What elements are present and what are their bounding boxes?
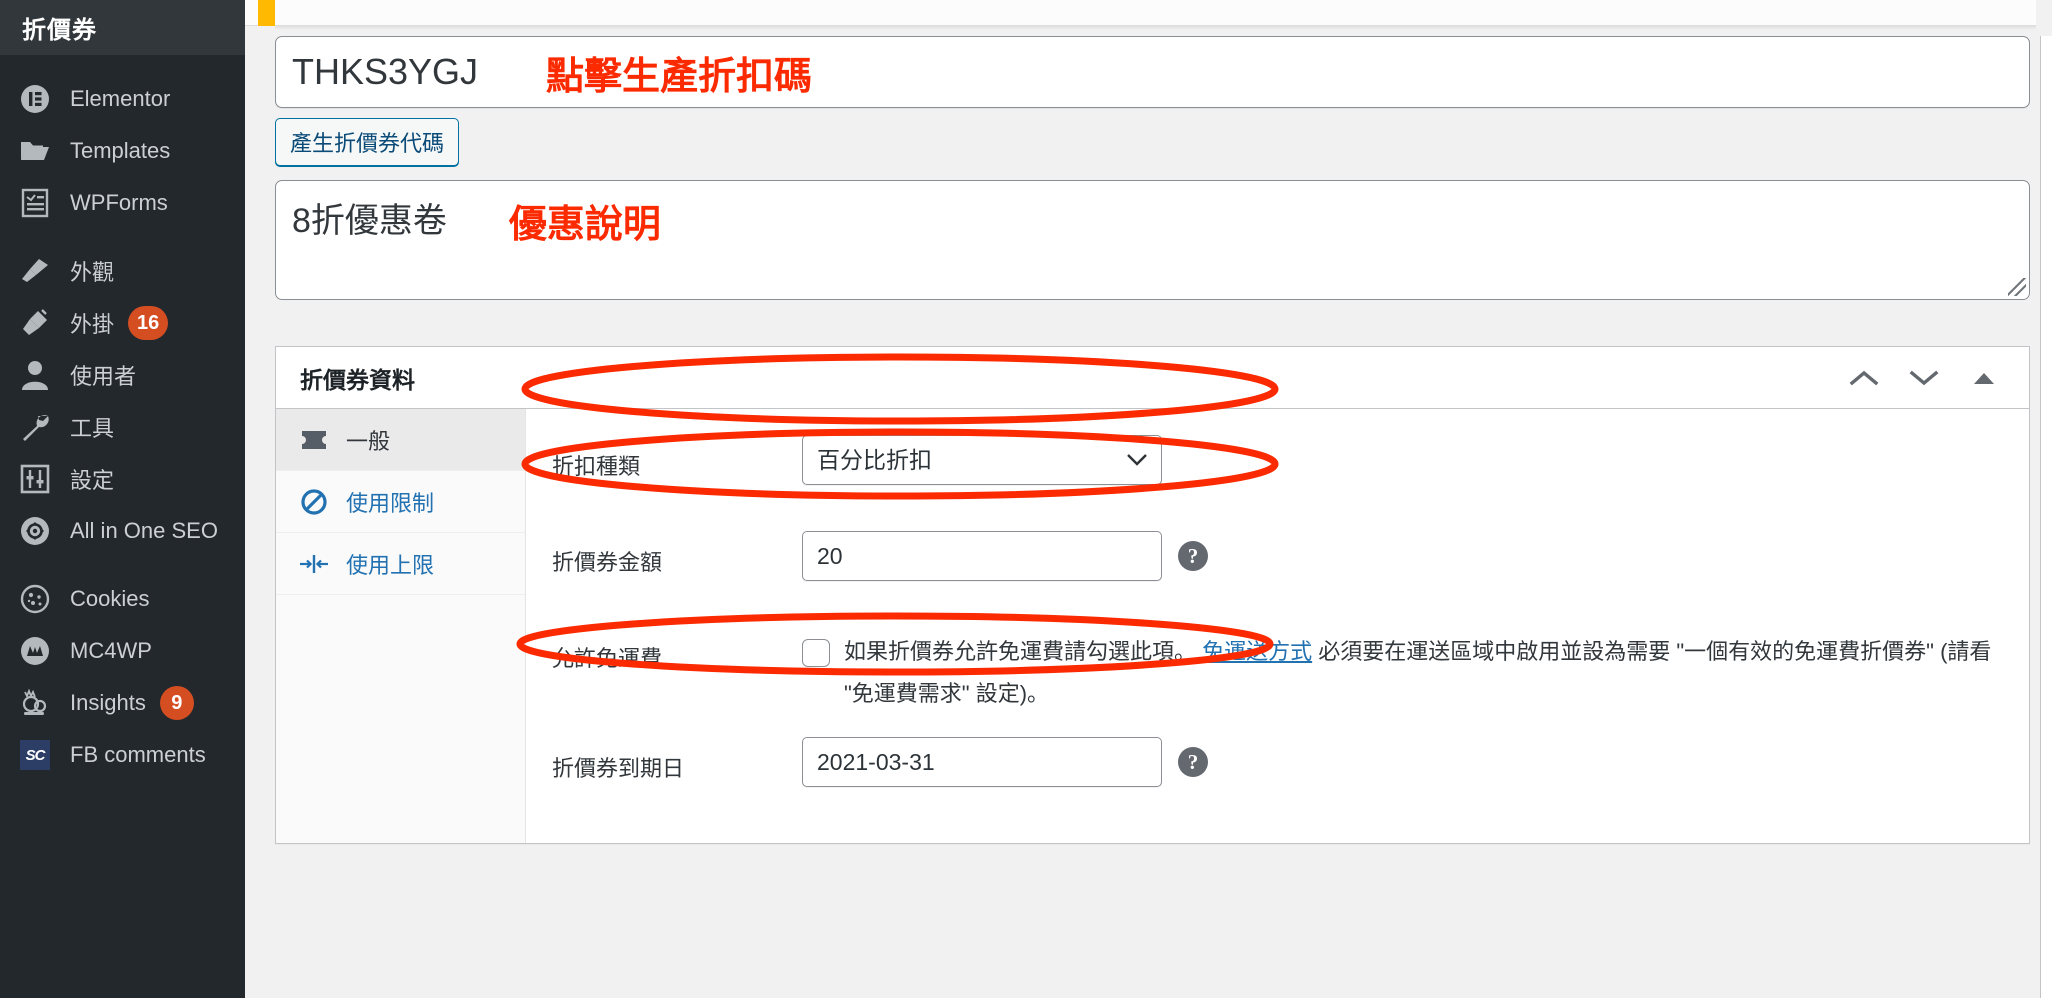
tab-usage-limit-label: 使用上限: [346, 552, 435, 578]
general-fields: 折扣種類 百分比折扣固定購物車折扣固定商品折扣: [526, 409, 2029, 843]
sidebar-item-設定[interactable]: 設定: [0, 453, 245, 505]
folder-icon: [18, 134, 52, 168]
elementor-icon: [18, 82, 52, 116]
user-icon: [18, 358, 52, 392]
field-row-coupon-amount: 折價券金額 ?: [526, 531, 2029, 605]
sidebar-menu: Elementor Templates WPForms 外觀外掛 16 使用者工具設定 Al…: [0, 55, 245, 781]
sidebar-item-label: All in One SEO: [70, 518, 218, 543]
sidebar-item-外掛[interactable]: 外掛 16: [0, 297, 245, 349]
generate-coupon-code-button[interactable]: 產生折價券代碼: [275, 118, 460, 166]
form-icon: [18, 186, 52, 220]
resize-grip-icon[interactable]: [2008, 278, 2026, 296]
panel-body: 一般 使用限制 使用上限 折扣種類 百分比折扣 折價券金額 20 ? 允許免運費…: [276, 409, 2029, 843]
cookie-icon: [18, 582, 52, 616]
sidebar-item-wpforms[interactable]: WPForms: [0, 177, 245, 229]
sidebar-item-mc4wp[interactable]: MC4WP: [0, 625, 245, 677]
tab-usage-limit[interactable]: 使用上限: [276, 533, 525, 595]
annotation-description: 優惠說明: [508, 204, 661, 246]
sidebar-header: 折價券: [0, 0, 245, 55]
sidebar-item-label: MC4WP: [70, 638, 152, 663]
admin-sidebar: 折價券 Elementor Templates WPForms 外觀外掛 16 使用者工具…: [0, 0, 245, 998]
coupon-description-value: 8折優惠卷: [292, 202, 447, 240]
discount-type-label: 折扣種類: [552, 454, 641, 479]
annotation-generate-code: 點擊生產折扣碼: [546, 55, 813, 98]
aioseo-gear-icon: [18, 514, 52, 548]
sidebar-item-cookies[interactable]: Cookies: [0, 573, 245, 625]
tab-general[interactable]: 一般: [276, 409, 525, 471]
sidebar-item-label: Templates: [70, 138, 171, 163]
sidebar-item-label: Cookies: [70, 586, 150, 611]
discount-type-select-wrap: 百分比折扣固定購物車折扣固定商品折扣: [802, 435, 1162, 485]
field-row-discount-type: 折扣種類 百分比折扣固定購物車折扣固定商品折扣: [526, 435, 2029, 509]
coupon-description-textarea[interactable]: 8折優惠卷 優惠說明: [275, 180, 2030, 300]
field-row-allow-free-shipping: 允許免運費 如果折價券允許免運費請勾選此項。 免運送方式 必須要在運送區域中啟用…: [526, 627, 2029, 715]
strip-shadow: [275, 25, 2036, 30]
sidebar-item-label: WPForms: [70, 190, 168, 215]
discount-type-select[interactable]: 百分比折扣固定購物車折扣固定商品折扣: [802, 435, 1162, 485]
content-column: THKS3YGJ 點擊生產折扣碼 產生折價券代碼 8折優惠卷 優惠說明 折價券資…: [275, 36, 2030, 998]
top-notice-strip: [245, 0, 2036, 30]
sidebar-item-label: 外觀: [70, 260, 115, 285]
coupon-data-panel: 折價券資料 一般 使用限制 使用上限 折扣種類 百分比折扣 折價券金額 20 ?…: [275, 346, 2030, 844]
coupon-amount-input[interactable]: [802, 531, 1162, 581]
main-area: THKS3YGJ 點擊生產折扣碼 產生折價券代碼 8折優惠卷 優惠說明 折價券資…: [245, 0, 2052, 998]
allow-free-shipping-label: 允許免運費: [552, 646, 663, 671]
sidebar-item-badge: 16: [128, 306, 169, 340]
coupon-data-tabs: 一般 使用限制 使用上限: [276, 409, 526, 843]
mailchimp-icon: [18, 634, 52, 668]
allow-free-shipping-checkbox[interactable]: [802, 639, 830, 667]
chevron-down-icon[interactable]: [1907, 361, 1941, 395]
free-shipping-method-link[interactable]: 免運送方式: [1202, 639, 1312, 664]
sidebar-item-all-in-one-seo[interactable]: All in One SEO: [0, 505, 245, 557]
sidebar-item-label: Elementor: [70, 86, 171, 111]
right-side-panel: [2040, 36, 2052, 998]
admin-screen: 折價券 Elementor Templates WPForms 外觀外掛 16 使用者工具…: [0, 0, 2052, 998]
ban-icon: [298, 488, 330, 516]
tab-usage-restriction-label: 使用限制: [346, 490, 435, 516]
paintbrush-icon: [18, 254, 52, 288]
sidebar-title: 折價券: [22, 17, 97, 44]
coupon-code-value: THKS3YGJ: [292, 51, 479, 92]
sidebar-item-label: 設定: [70, 468, 115, 493]
allow-free-shipping-description: 如果折價券允許免運費請勾選此項。 免運送方式 必須要在運送區域中啟用並設為需要 …: [844, 627, 2024, 715]
sidebar-item-使用者[interactable]: 使用者: [0, 349, 245, 401]
accent-marker-icon: [258, 0, 275, 26]
sidebar-item-fb-comments[interactable]: SC FB comments: [0, 729, 245, 781]
help-icon[interactable]: ?: [1178, 541, 1208, 571]
sc-box-icon: SC: [18, 738, 52, 772]
tab-usage-restriction[interactable]: 使用限制: [276, 471, 525, 533]
sidebar-item-label: Insights: [70, 690, 146, 715]
tab-general-label: 一般: [346, 428, 391, 454]
sidebar-separator: [0, 229, 245, 245]
triangle-up-icon[interactable]: [1967, 361, 2001, 395]
sidebar-separator: [0, 557, 245, 573]
sidebar-item-label: 使用者: [70, 364, 137, 389]
field-row-expiry-date: 折價券到期日 ?: [526, 737, 2029, 811]
sidebar-item-工具[interactable]: 工具: [0, 401, 245, 453]
coupon-amount-label: 折價券金額: [552, 550, 663, 575]
sidebar-item-label: 工具: [70, 416, 115, 441]
panel-header-actions: [1847, 361, 2015, 395]
chevron-up-icon[interactable]: [1847, 361, 1881, 395]
plug-icon: [18, 306, 52, 340]
sidebar-item-elementor[interactable]: Elementor: [0, 73, 245, 125]
coupon-code-field[interactable]: THKS3YGJ 點擊生產折扣碼: [275, 36, 2030, 108]
sidebar-item-外觀[interactable]: 外觀: [0, 245, 245, 297]
wrench-icon: [18, 410, 52, 444]
ticket-icon: [298, 429, 330, 451]
sidebar-item-templates[interactable]: Templates: [0, 125, 245, 177]
limit-icon: [298, 551, 330, 577]
panel-title: 折價券資料: [300, 366, 415, 393]
expiry-date-label: 折價券到期日: [552, 756, 685, 781]
sliders-icon: [18, 462, 52, 496]
free-shipping-text-before: 如果折價券允許免運費請勾選此項。: [844, 639, 1203, 664]
sidebar-item-label: FB comments: [70, 742, 206, 767]
insights-icon: [18, 686, 52, 720]
sidebar-item-badge: 9: [159, 686, 194, 720]
sidebar-item-label: 外掛: [70, 312, 115, 337]
sidebar-item-insights[interactable]: Insights 9: [0, 677, 245, 729]
expiry-date-input[interactable]: [802, 737, 1162, 787]
help-icon[interactable]: ?: [1178, 747, 1208, 777]
panel-header: 折價券資料: [276, 347, 2029, 409]
